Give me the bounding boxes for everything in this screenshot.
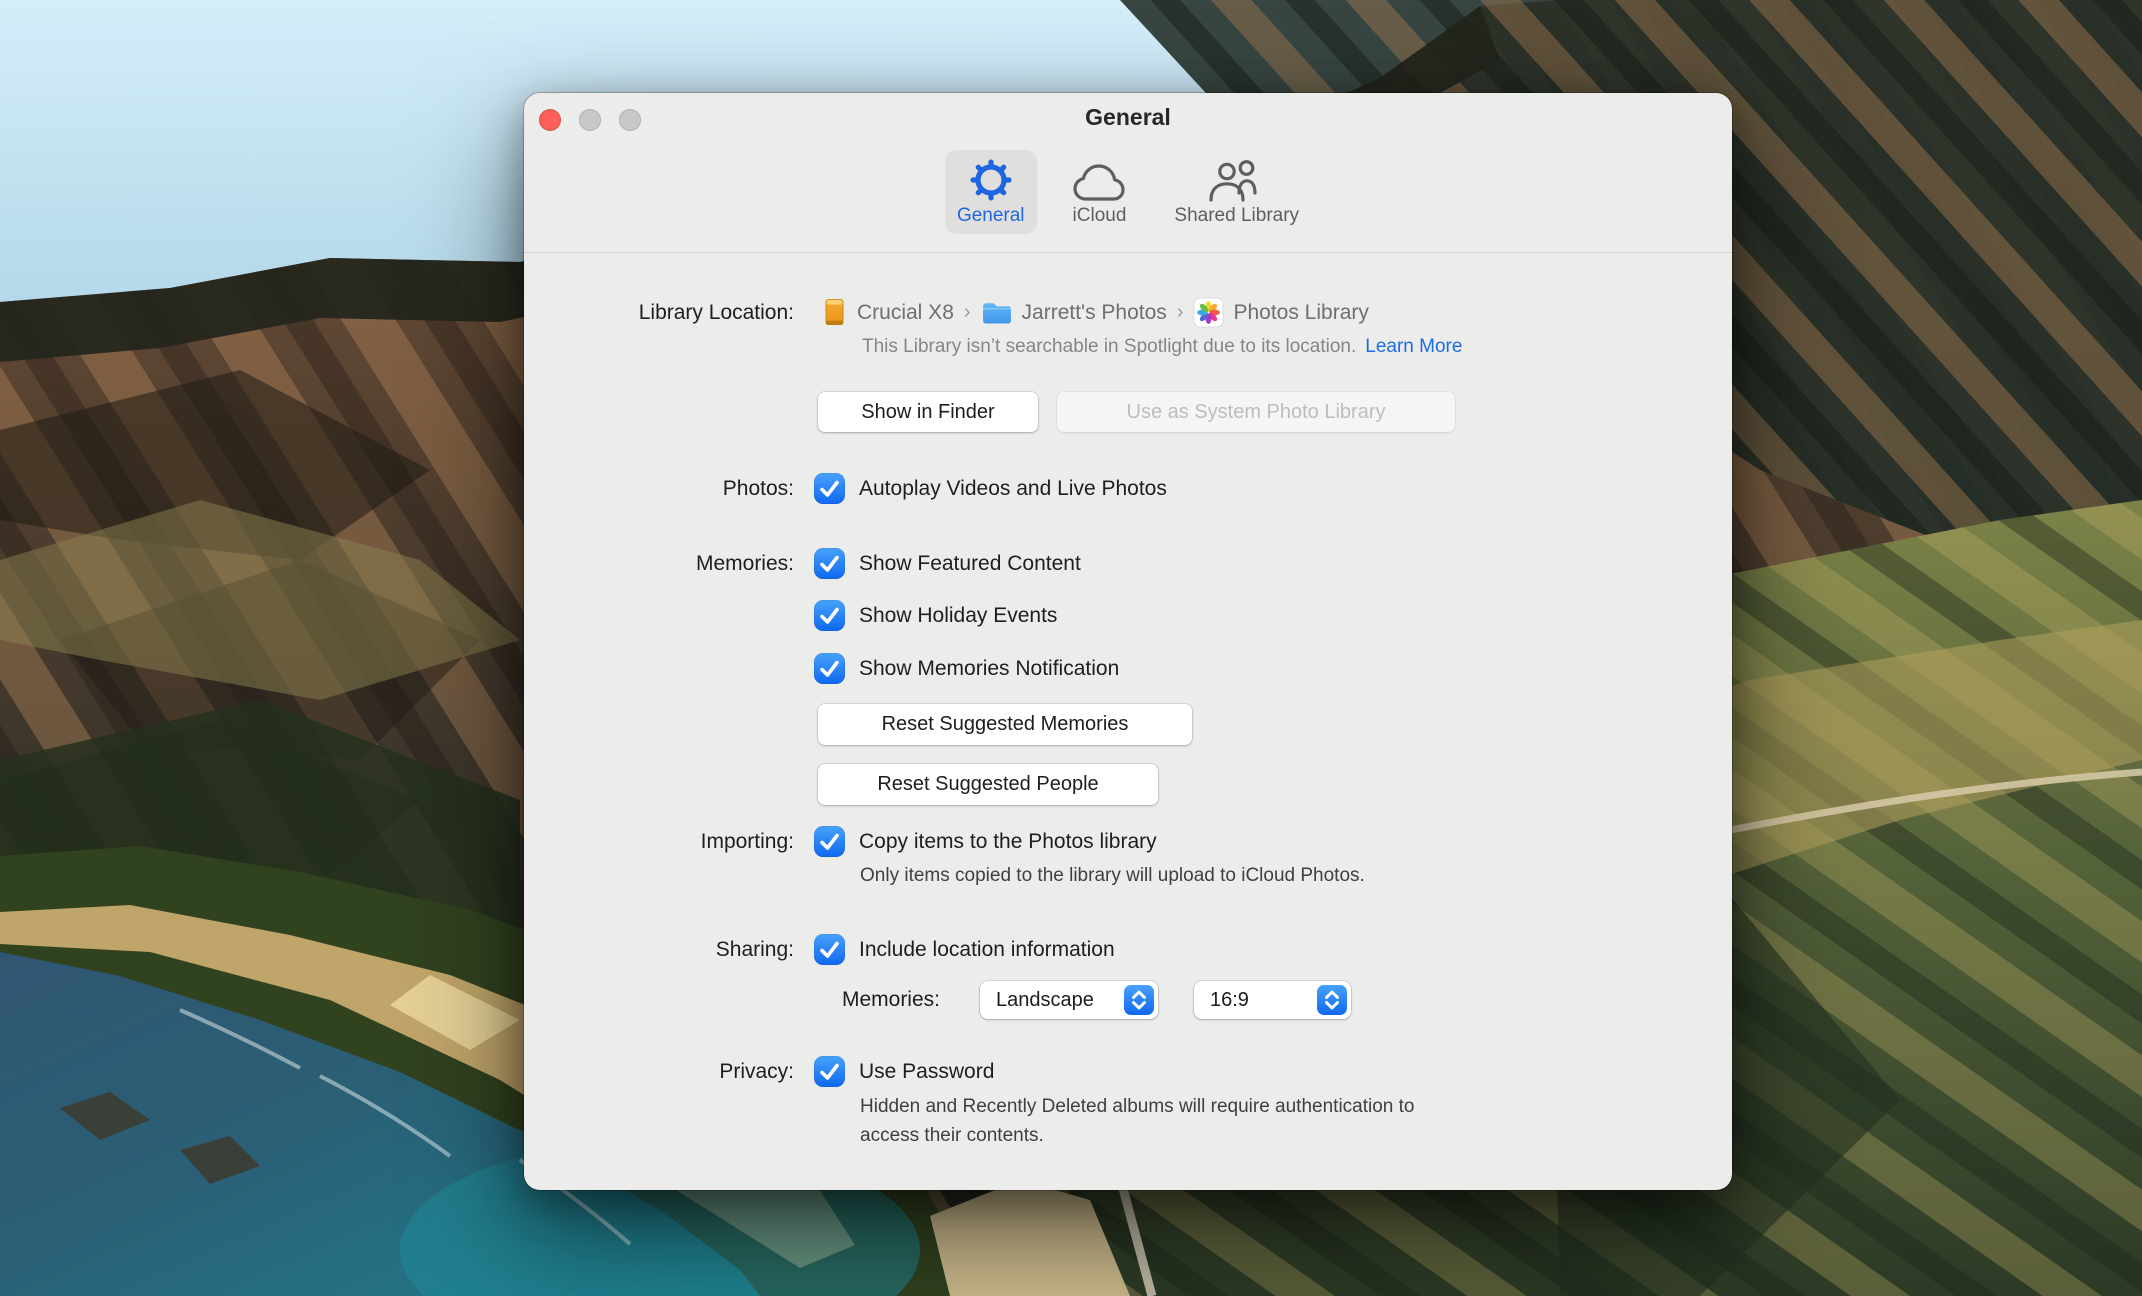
reset-suggested-people-button[interactable]: Reset Suggested People [818,764,1158,805]
memories-row-3: Show Memories Notification [524,653,1732,687]
checkbox-include-location[interactable] [814,934,845,965]
importing-note: Only items copied to the library will up… [860,865,1365,886]
memories-row-2: Show Holiday Events [524,600,1732,634]
memories-label: Memories: [695,552,794,575]
show-in-finder-button[interactable]: Show in Finder [818,392,1038,432]
library-location-label: Library Location: [638,301,794,324]
importing-label: Importing: [700,830,794,853]
folder-icon [981,300,1013,326]
gear-icon [969,158,1013,202]
tab-shared-library[interactable]: Shared Library [1162,150,1311,234]
external-drive-icon [821,298,848,327]
learn-more-link[interactable]: Learn More [1365,336,1462,357]
aspect-ratio-popup-value: 16:9 [1210,989,1249,1011]
checkbox-holiday-events-label: Show Holiday Events [859,604,1058,627]
breadcrumb-library: Photos Library [1233,301,1369,324]
cloud-icon [1073,158,1126,202]
checkbox-autoplay-label: Autoplay Videos and Live Photos [859,477,1167,500]
checkbox-copy-items[interactable] [814,826,845,857]
reset-suggested-people-label: Reset Suggested People [877,773,1099,795]
photos-library-icon [1193,297,1225,328]
aspect-ratio-popup[interactable]: 16:9 [1194,981,1351,1019]
breadcrumb-separator: › [963,301,971,323]
breadcrumb-folder: Jarrett's Photos [1021,301,1167,324]
people-icon [1208,158,1266,202]
spotlight-note: This Library isn’t searchable in Spotlig… [862,333,1462,361]
tab-general[interactable]: General [944,150,1037,234]
checkbox-featured-content[interactable] [814,548,845,579]
importing-row: Importing: Copy items to the Photos libr… [524,826,1732,860]
show-in-finder-label: Show in Finder [861,400,995,423]
use-as-system-library-button[interactable]: Use as System Photo Library [1057,392,1455,432]
tab-icloud[interactable]: iCloud [1061,150,1139,234]
library-location-row: Library Location: Crucial X8 › Jarrett's… [524,297,1732,331]
reset-suggested-memories-button[interactable]: Reset Suggested Memories [818,704,1192,745]
toolbar-tabs: General iCloud Shared Library [524,150,1732,234]
checkbox-memories-notification[interactable] [814,653,845,684]
checkbox-use-password[interactable] [814,1056,845,1087]
tab-icloud-label: iCloud [1072,205,1127,226]
checkbox-autoplay[interactable] [814,473,845,504]
privacy-label: Privacy: [719,1060,794,1083]
toolbar-divider [524,252,1732,253]
checkbox-holiday-events[interactable] [814,600,845,631]
photos-label: Photos: [722,477,794,500]
photos-settings-window: General General iCloud Shared Library Li… [524,93,1732,1190]
sharing-row: Sharing: Include location information [524,934,1732,968]
sharing-memories-row: Memories: Landscape 16:9 [524,981,1732,1019]
sharing-memories-label: Memories: [841,988,940,1011]
privacy-row: Privacy: Use Password [524,1056,1732,1090]
reset-suggested-memories-label: Reset Suggested Memories [881,713,1129,735]
memories-row-1: Memories: Show Featured Content [524,548,1732,582]
checkbox-copy-items-label: Copy items to the Photos library [859,830,1157,853]
orientation-popup-value: Landscape [996,989,1094,1011]
privacy-note-line2: access their contents. [860,1125,1044,1146]
sharing-label: Sharing: [715,938,794,961]
spotlight-note-text: This Library isn’t searchable in Spotlig… [862,336,1357,357]
tab-shared-library-label: Shared Library [1174,205,1300,226]
photos-row: Photos: Autoplay Videos and Live Photos [524,473,1732,507]
library-path-breadcrumb: Crucial X8 › Jarrett's Photos › Photos L… [821,297,1369,328]
use-as-system-library-label: Use as System Photo Library [1126,400,1386,423]
window-title: General [1085,104,1171,130]
titlebar: General [524,93,1732,145]
checkbox-memories-notification-label: Show Memories Notification [859,657,1120,680]
checkbox-use-password-label: Use Password [859,1060,995,1083]
orientation-popup[interactable]: Landscape [980,981,1158,1019]
chevron-up-down-icon [1317,985,1347,1015]
privacy-note: Hidden and Recently Deleted albums will … [860,1092,1415,1150]
breadcrumb-separator: › [1176,301,1184,323]
tab-general-label: General [956,205,1025,226]
checkbox-featured-content-label: Show Featured Content [859,552,1081,575]
chevron-up-down-icon [1124,985,1154,1015]
privacy-note-line1: Hidden and Recently Deleted albums will … [860,1096,1415,1117]
breadcrumb-volume: Crucial X8 [857,301,954,324]
checkbox-include-location-label: Include location information [859,938,1115,961]
